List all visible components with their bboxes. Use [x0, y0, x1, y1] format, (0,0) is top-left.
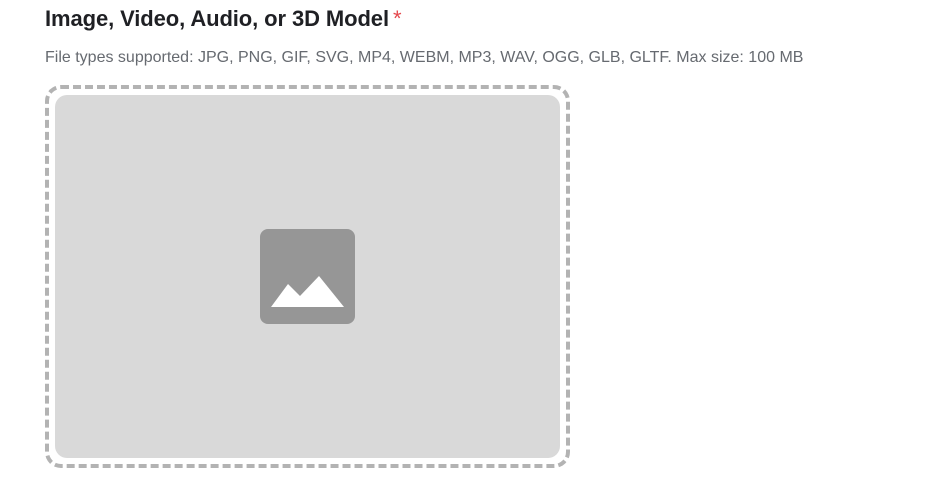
- required-asterisk: *: [392, 6, 402, 31]
- dropzone-preview-area[interactable]: [55, 95, 560, 458]
- file-dropzone[interactable]: [45, 85, 570, 468]
- supported-file-types-text: File types supported: JPG, PNG, GIF, SVG…: [45, 49, 804, 66]
- field-title-text: Image, Video, Audio, or 3D Model: [45, 6, 389, 31]
- media-upload-field: Image, Video, Audio, or 3D Model * File t…: [45, 0, 935, 496]
- image-icon-frame: [260, 229, 355, 324]
- image-icon: [260, 229, 355, 324]
- field-title: Image, Video, Audio, or 3D Model *: [45, 6, 402, 32]
